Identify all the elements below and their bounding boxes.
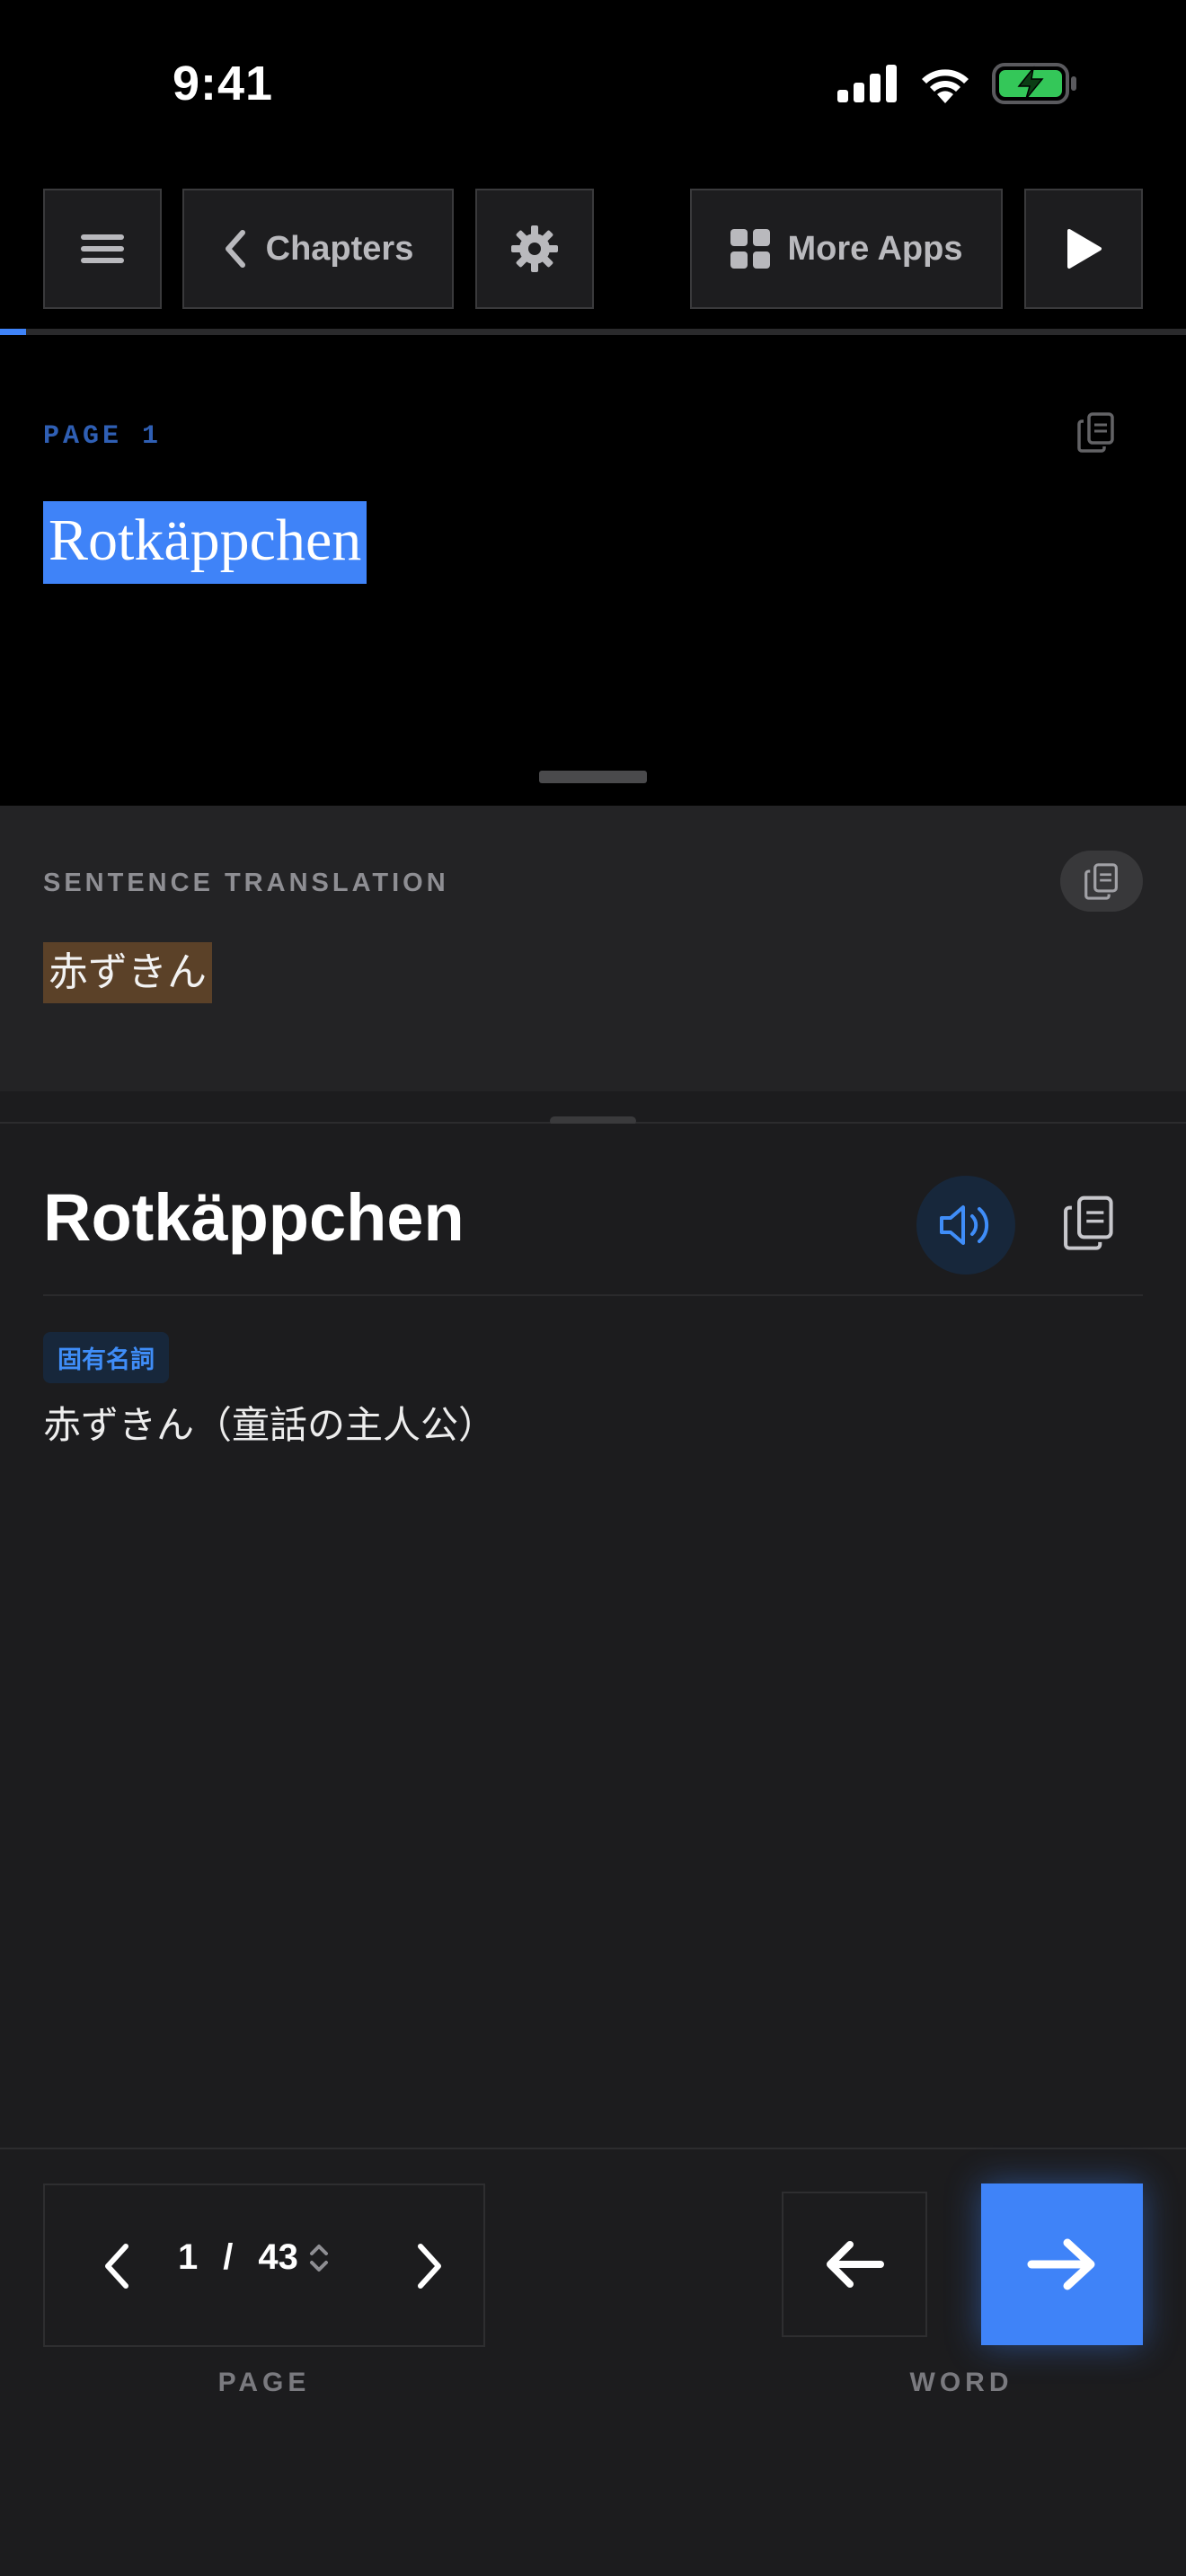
signal-icon	[837, 65, 897, 102]
status-bar: 9:41	[0, 0, 1186, 171]
word-definition: 赤ずきん（童話の主人公）	[43, 1404, 497, 1446]
page-pager: 1 / 43	[43, 2183, 485, 2347]
chapters-label: Chapters	[265, 229, 414, 268]
word-detail-pane: Rotkäppchen 固有名詞 赤ずきん（童話の主人公）	[0, 1124, 1186, 2148]
translation-pane: SENTENCE TRANSLATION 赤ずきん	[0, 806, 1186, 1091]
page-separator: /	[223, 2237, 234, 2277]
next-word-button[interactable]	[981, 2183, 1143, 2345]
reading-progress-fill	[0, 329, 27, 335]
play-button[interactable]	[1024, 189, 1143, 309]
previous-word-button[interactable]	[782, 2192, 927, 2337]
page-selector[interactable]: 1 / 43	[178, 2237, 331, 2278]
more-apps-button[interactable]: More Apps	[690, 189, 1003, 309]
more-apps-label: More Apps	[787, 229, 963, 268]
next-page-button[interactable]	[394, 2230, 465, 2302]
reading-pane: PAGE 1 Rotkäppchen	[0, 335, 1186, 806]
chevron-left-icon	[105, 2244, 128, 2289]
speaker-icon	[940, 1205, 989, 1245]
arrow-left-icon	[827, 2241, 884, 2288]
chevron-left-icon	[225, 230, 245, 268]
settings-button[interactable]	[475, 189, 594, 309]
battery-charging-icon	[992, 63, 1076, 104]
copy-icon	[1077, 412, 1114, 453]
arrow-right-icon	[1027, 2238, 1095, 2290]
chevron-right-icon	[418, 2244, 441, 2289]
part-of-speech-badge: 固有名詞	[43, 1332, 169, 1383]
current-page: 1	[178, 2237, 199, 2277]
sentence-text[interactable]: Rotkäppchen	[43, 501, 367, 584]
chapters-button[interactable]: Chapters	[182, 189, 454, 309]
pronounce-button[interactable]	[916, 1176, 1015, 1275]
page-label: PAGE 1	[43, 421, 163, 452]
status-time: 9:41	[173, 57, 274, 110]
copy-page-button[interactable]	[1076, 410, 1116, 458]
word-title: Rotkäppchen	[43, 1180, 465, 1255]
toolbar: Chapters More Apps	[0, 171, 1186, 332]
copy-word-button[interactable]	[1062, 1192, 1116, 1257]
copy-icon	[1084, 863, 1118, 900]
bottom-navigation: 1 / 43 PAGE WORD	[0, 2148, 1186, 2576]
translation-label: SENTENCE TRANSLATION	[43, 869, 449, 897]
menu-button[interactable]	[43, 189, 162, 309]
word-divider	[43, 1294, 1143, 1296]
chevron-up-down-icon	[309, 2244, 328, 2272]
status-icons	[837, 63, 1078, 104]
grid-icon	[730, 229, 770, 269]
play-icon	[1067, 229, 1102, 269]
previous-page-button[interactable]	[81, 2230, 153, 2302]
reading-progress-bar	[0, 329, 1186, 335]
hamburger-icon	[81, 234, 124, 263]
translation-text: 赤ずきん	[43, 942, 212, 1003]
pane-resize-handle[interactable]	[539, 771, 647, 783]
copy-translation-button[interactable]	[1060, 851, 1143, 912]
copy-icon	[1064, 1195, 1113, 1250]
total-pages: 43	[258, 2237, 298, 2277]
wifi-icon	[922, 69, 969, 103]
word-nav-label: WORD	[909, 2368, 1013, 2397]
page-nav-label: PAGE	[217, 2368, 311, 2397]
gear-icon	[511, 225, 558, 272]
